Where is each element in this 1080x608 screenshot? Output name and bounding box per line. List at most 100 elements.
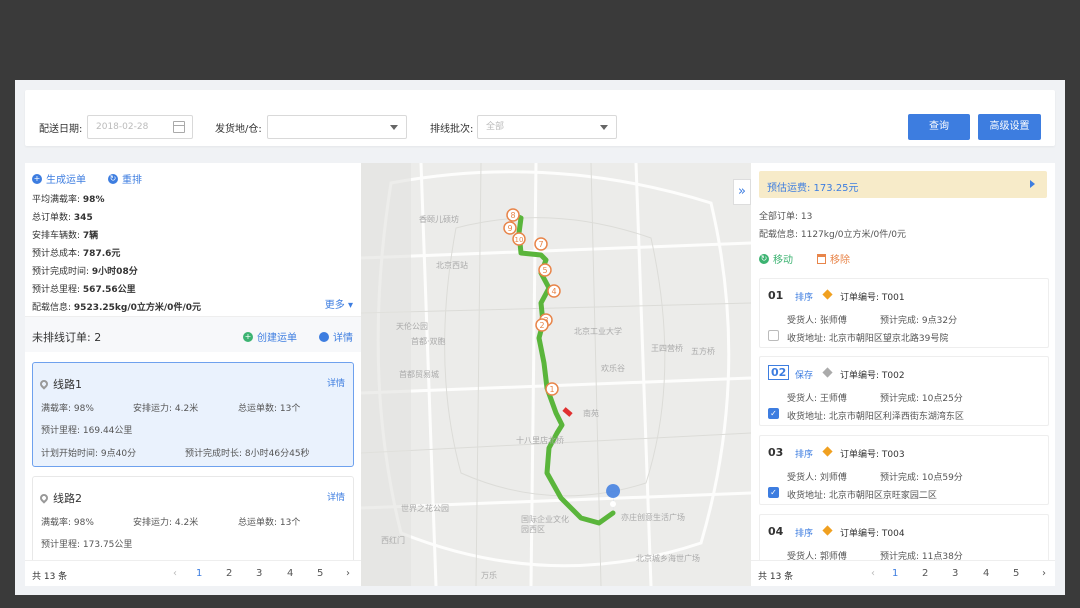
route-orders: 总运单数: 13个 bbox=[238, 515, 300, 528]
order-id: 订单编号: T001 bbox=[840, 293, 905, 303]
stop-marker[interactable]: 10 bbox=[512, 232, 526, 246]
sort-button[interactable]: 排序 bbox=[795, 447, 813, 460]
stat-label: 平均满载率: bbox=[32, 195, 81, 205]
unrouted-orders-bar: 未排线订单: 2 + 创建运单 详情 bbox=[25, 316, 361, 352]
move-button[interactable]: ↻ 移动 bbox=[759, 251, 793, 266]
sort-button[interactable]: 排序 bbox=[795, 290, 813, 303]
unrouted-detail-button[interactable]: 详情 bbox=[319, 329, 353, 344]
destination-pin-icon[interactable] bbox=[606, 484, 621, 513]
route-capacity: 安排运力: 4.2米 bbox=[133, 515, 198, 528]
page-3[interactable]: 3 bbox=[952, 568, 958, 579]
field-label: 总运单数: bbox=[238, 404, 278, 414]
estimated-fee-bar[interactable]: 预估运费: 173.25元 bbox=[759, 171, 1047, 198]
stat-label: 配载信息: bbox=[32, 303, 72, 313]
page-4[interactable]: 4 bbox=[983, 568, 989, 579]
next-page-icon[interactable]: › bbox=[1042, 568, 1046, 579]
collapse-panel-button[interactable]: » bbox=[733, 179, 751, 205]
location-pin-icon bbox=[38, 492, 50, 504]
date-picker[interactable]: 2018-02-28 bbox=[87, 115, 193, 139]
diamond-icon bbox=[822, 525, 833, 536]
route-name: 线路2 bbox=[53, 492, 82, 505]
order-id: 订单编号: T004 bbox=[840, 529, 905, 539]
stop-marker[interactable]: 2 bbox=[535, 318, 549, 332]
route-mileage: 预计里程: 169.44公里 bbox=[41, 423, 132, 436]
stat-value: 9523.25kg/0立方米/0件/0元 bbox=[73, 303, 201, 313]
origin-select[interactable] bbox=[267, 115, 407, 139]
prev-page-icon[interactable]: ‹ bbox=[173, 568, 177, 579]
field-label: 总运单数: bbox=[238, 518, 278, 528]
route-load: 满载率: 98% bbox=[41, 515, 94, 528]
page-1[interactable]: 1 bbox=[892, 568, 898, 579]
date-label: 配送日期: bbox=[39, 124, 83, 135]
route-duration: 预计完成时长: 8小时46分45秒 bbox=[185, 446, 310, 459]
pagination: 共 13 条 ‹ 1 2 3 4 5 › bbox=[25, 560, 361, 586]
batch-select[interactable]: 全部 bbox=[477, 115, 617, 139]
route-detail-link[interactable]: 详情 bbox=[327, 376, 345, 389]
stat-load-info: 配载信息: 9523.25kg/0立方米/0件/0元 bbox=[32, 300, 201, 313]
order-checkbox[interactable]: ✓ bbox=[768, 487, 779, 498]
field-value: 169.44公里 bbox=[82, 426, 133, 436]
stop-marker[interactable]: 1 bbox=[545, 382, 559, 396]
page-2[interactable]: 2 bbox=[922, 568, 928, 579]
page-5[interactable]: 5 bbox=[1013, 568, 1019, 579]
page-1[interactable]: 1 bbox=[196, 568, 202, 579]
refresh-icon: ↻ bbox=[108, 173, 118, 184]
page-3[interactable]: 3 bbox=[256, 568, 262, 579]
stop-number: 8 bbox=[510, 211, 515, 220]
create-waybill-button[interactable]: + 生成运单 bbox=[32, 171, 86, 186]
stat-total-orders: 总订单数: 345 bbox=[32, 210, 93, 223]
more-toggle[interactable]: 更多 ▾ bbox=[325, 296, 353, 311]
page-2[interactable]: 2 bbox=[226, 568, 232, 579]
stat-value: 787.6元 bbox=[82, 249, 121, 259]
total-count: 共 13 条 bbox=[32, 572, 68, 582]
create-order-button[interactable]: + 创建运单 bbox=[243, 329, 297, 344]
route-detail-link[interactable]: 详情 bbox=[327, 490, 345, 503]
prev-page-icon[interactable]: ‹ bbox=[871, 568, 875, 579]
route-card[interactable]: 线路1 详情 满载率: 98% 安排运力: 4.2米 总运单数: 13个 预计里… bbox=[32, 362, 354, 467]
remove-button[interactable]: 移除 bbox=[817, 251, 850, 266]
query-button[interactable]: 查询 bbox=[908, 114, 970, 140]
order-card[interactable]: 02 保存 订单编号: T002 受货人: 王师傅 预计完成: 10点25分 ✓… bbox=[759, 356, 1049, 426]
eta: 预计完成: 9点32分 bbox=[880, 316, 958, 326]
eta: 预计完成: 10点59分 bbox=[880, 473, 963, 483]
unrouted-count: 2 bbox=[94, 331, 102, 344]
stop-number: 10 bbox=[515, 236, 524, 244]
stop-marker[interactable]: 9 bbox=[503, 221, 517, 235]
route-map[interactable]: 香颐儿硕坊 北京西站 天伦公园 首都·双胞 北京工业大学 王四营桥 五方桥 首都… bbox=[361, 163, 751, 586]
plus-icon: + bbox=[243, 331, 253, 342]
field-value: 13个 bbox=[279, 518, 301, 528]
move-icon: ↻ bbox=[759, 253, 769, 264]
field-value: 4.2米 bbox=[174, 404, 199, 414]
stop-marker[interactable]: 7 bbox=[534, 237, 548, 251]
stat-value: 9小时08分 bbox=[91, 267, 138, 277]
stop-marker[interactable]: 4 bbox=[547, 284, 561, 298]
address: 收货地址: 北京市朝阳区望京北路39号院 bbox=[787, 334, 949, 344]
caret-right-icon bbox=[1030, 180, 1035, 188]
date-value: 2018-02-28 bbox=[96, 122, 149, 132]
eta: 预计完成: 10点25分 bbox=[880, 394, 963, 404]
order-card[interactable]: 01 排序 订单编号: T001 受货人: 张师傅 预计完成: 9点32分 收货… bbox=[759, 278, 1049, 348]
stop-marker[interactable]: 8 bbox=[506, 208, 520, 222]
next-page-icon[interactable]: › bbox=[346, 568, 350, 579]
order-checkbox[interactable]: ✓ bbox=[768, 408, 779, 419]
more-label: 更多 bbox=[324, 300, 345, 311]
advanced-settings-button[interactable]: 高级设置 bbox=[978, 114, 1041, 140]
page-5[interactable]: 5 bbox=[317, 568, 323, 579]
diamond-icon bbox=[822, 289, 833, 300]
route-name: 线路1 bbox=[53, 378, 82, 391]
field-label: 预计完成时长: bbox=[185, 449, 243, 459]
page-4[interactable]: 4 bbox=[287, 568, 293, 579]
order-card[interactable]: 03 排序 订单编号: T003 受货人: 刘师傅 预计完成: 10点59分 ✓… bbox=[759, 435, 1049, 505]
diamond-icon bbox=[822, 367, 833, 378]
stat-value: 7辆 bbox=[82, 231, 99, 241]
sort-button[interactable]: 排序 bbox=[795, 526, 813, 539]
field-label: 满载率: bbox=[41, 404, 72, 414]
route-capacity: 安排运力: 4.2米 bbox=[133, 401, 198, 414]
order-id: 订单编号: T003 bbox=[840, 450, 905, 460]
order-checkbox[interactable] bbox=[768, 330, 779, 341]
save-button[interactable]: 保存 bbox=[795, 368, 813, 381]
route-card[interactable]: 线路2 详情 满载率: 98% 安排运力: 4.2米 总运单数: 13个 预计里… bbox=[32, 476, 354, 566]
stop-marker[interactable]: 5 bbox=[538, 263, 552, 277]
stat-finish-time: 预计完成时间: 9小时08分 bbox=[32, 264, 138, 277]
rerank-button[interactable]: ↻ 重排 bbox=[108, 171, 142, 186]
